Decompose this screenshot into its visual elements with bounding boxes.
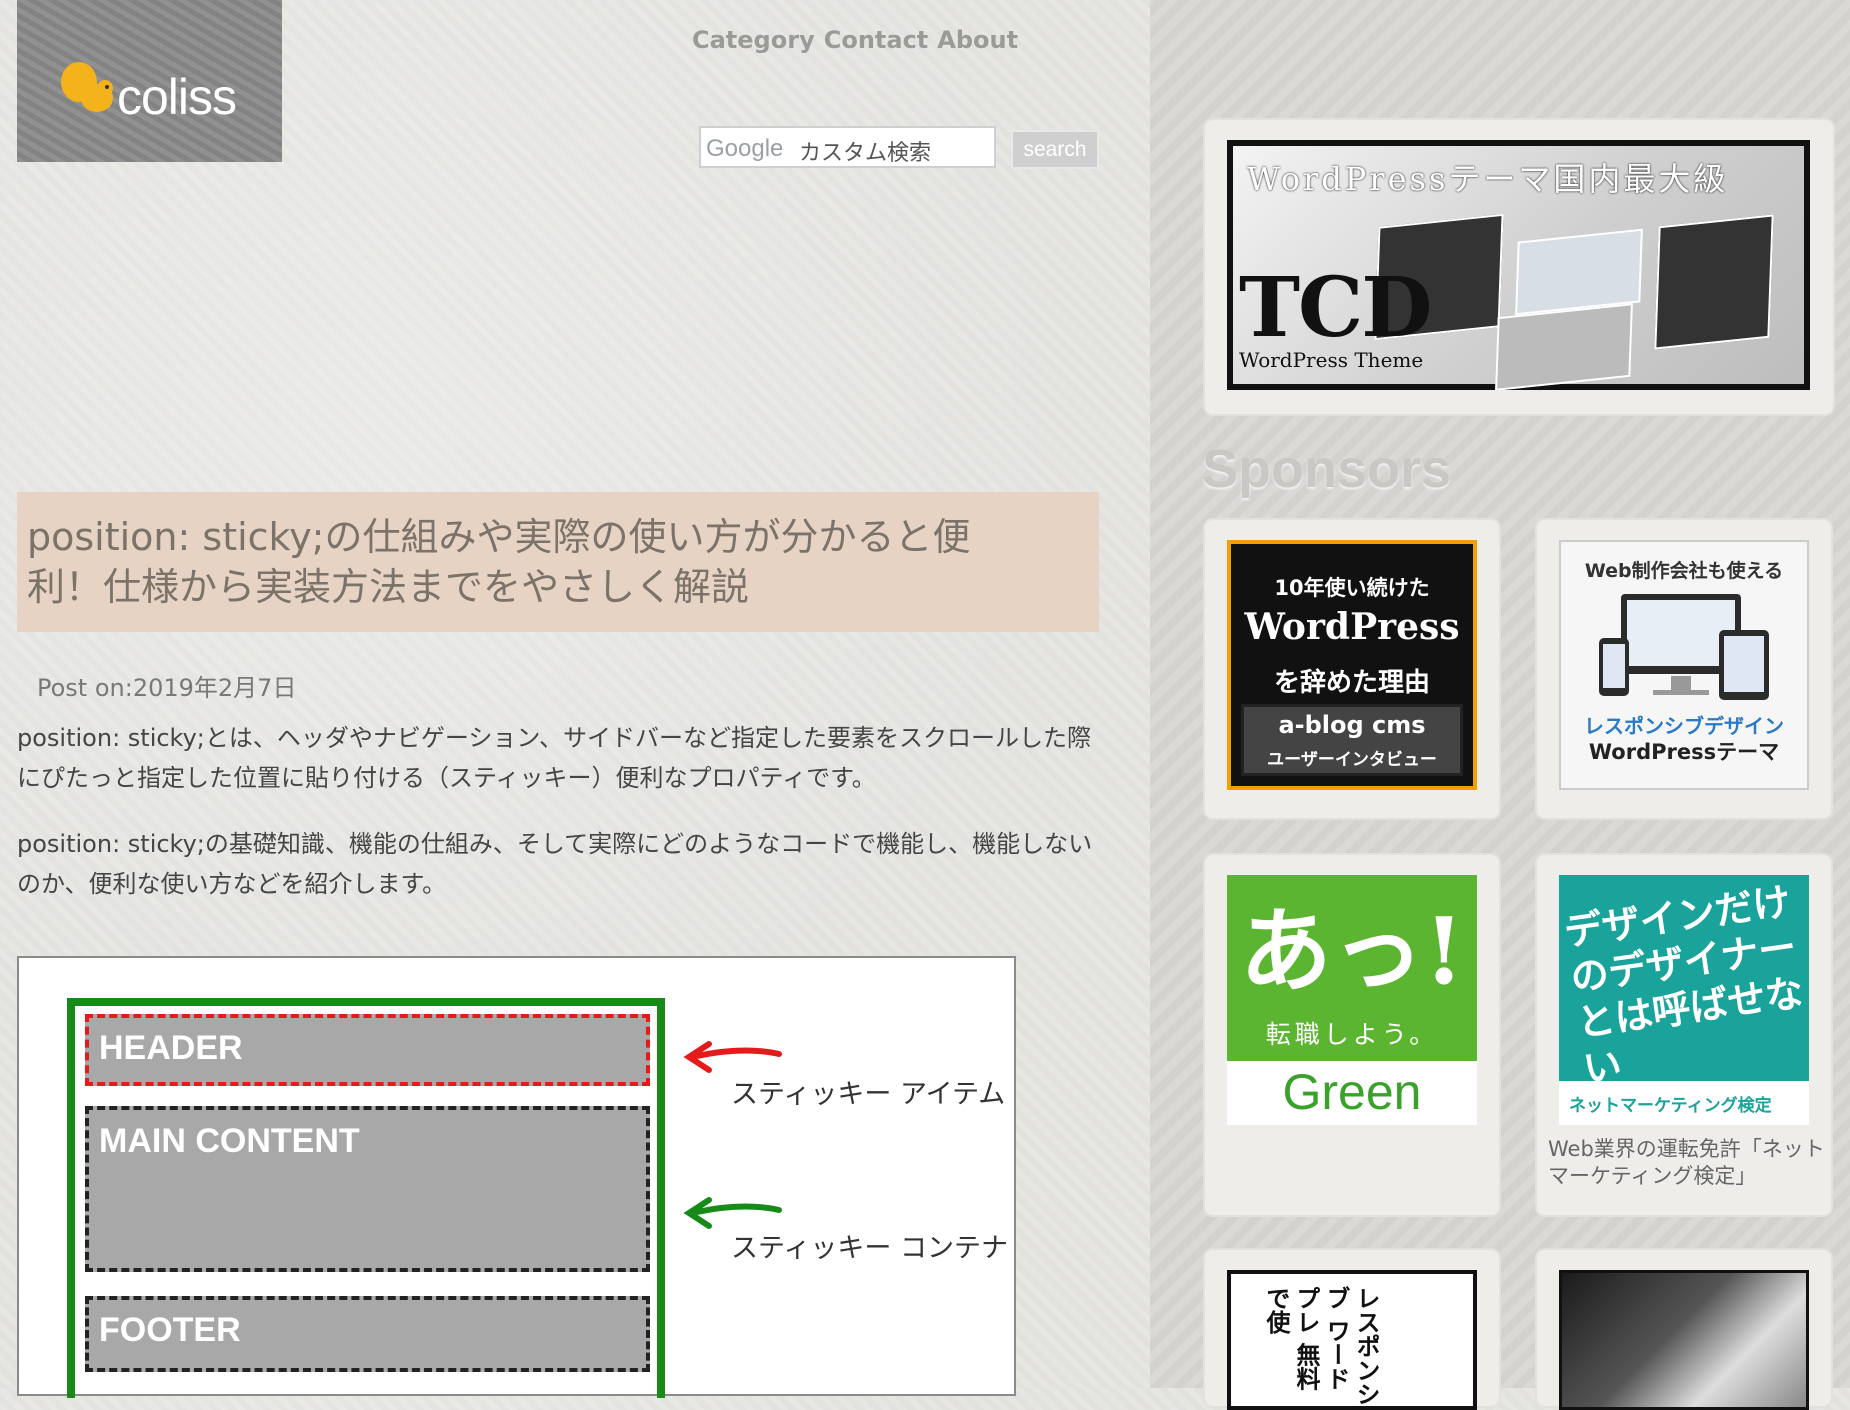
logo-text: coliss [117,69,237,125]
sponsor-card: レスポンシブ ワードプレ 無料で使 [1203,1248,1501,1410]
ad-caption-link[interactable]: Web業界の運転免許「ネットマーケティング検定」 [1548,1136,1833,1190]
ad-brand-bar: a-blog cms ユーザーインタビュー [1241,704,1463,776]
ad-text: 10年使い続けた [1274,576,1430,600]
ad-responsive-theme[interactable]: Web制作会社も使える レスポンシブデザイン WordPressテーマ [1559,540,1809,790]
devices-icon [1599,594,1769,700]
article-paragraph: position: sticky;とは、ヘッダやナビゲーション、サイドバーなど指… [17,724,1091,792]
sponsor-card: あっ! 転職しよう。 Green [1203,853,1501,1217]
ad-manga[interactable]: レスポンシブ ワードプレ 無料で使 [1227,1270,1477,1410]
ad-text: レスポンシブデザイン [1584,714,1784,738]
ad-text: デザインだけのデザイナーとは呼ばせない [1561,879,1807,1092]
theme-screenshot [1654,214,1774,350]
diagram-header: HEADER [85,1014,650,1086]
main-content: coliss Category Contact About Google カスタム検… [0,0,1150,1398]
google-logo: Google [706,135,784,162]
ad-footer: ネットマーケティング検定 [1559,1081,1809,1125]
label-sticky-container: スティッキー コンテナ [731,1233,1008,1264]
article-title[interactable]: position: sticky;の仕組みや実際の使い方が分かると便利！仕様から… [27,512,1037,612]
top-nav: Category Contact About [692,26,1027,54]
sponsor-card: 10年使い続けた WordPress を辞めた理由 a-blog cms ユーザ… [1203,518,1501,820]
ad-text: あっ! [1239,897,1465,1005]
article-title-box: position: sticky;の仕組みや実際の使い方が分かると便利！仕様から… [17,492,1099,632]
tcd-headline: WordPressテーマ国内最大級 [1247,160,1729,198]
ad-ablogcms[interactable]: 10年使い続けた WordPress を辞めた理由 a-blog cms ユーザ… [1227,540,1477,790]
ad-green-jobs[interactable]: あっ! 転職しよう。 Green [1227,875,1477,1125]
ad-text: WordPressテーマ [1588,740,1780,764]
ad-brand: a-blog cms [1278,711,1426,739]
sponsors-heading: Sponsors [1202,439,1452,499]
diagram-footer: FOOTER [85,1296,650,1372]
label-sticky-item: スティッキー アイテム [731,1079,1006,1110]
nav-contact[interactable]: Contact [824,26,929,54]
article-paragraph: position: sticky;の基礎知識、機能の仕組み、そして実際にどのよう… [17,830,1093,898]
site-logo[interactable]: coliss [17,0,282,162]
ad-brand: Green [1282,1064,1422,1120]
ad-text: Web制作会社も使える [1584,560,1784,582]
diagram-main-content: MAIN CONTENT [85,1106,650,1272]
nav-category[interactable]: Category [692,26,815,54]
squirrel-icon [61,62,113,112]
post-date: Post on:2019年2月7日 [37,674,297,702]
search-button[interactable]: search [1011,130,1099,169]
theme-screenshot [1495,303,1633,390]
search-input[interactable]: Google カスタム検索 [699,126,996,168]
ad-text: レスポンシブ ワードプレ 無料で使 [1262,1286,1380,1406]
theme-screenshot [1515,228,1643,316]
sponsor-card [1535,1248,1833,1410]
sponsor-card: Web制作会社も使える レスポンシブデザイン WordPressテーマ [1535,518,1833,820]
ad-text: ユーザーインタビュー [1267,750,1437,770]
ad-brand: ネットマーケティング検定 [1569,1096,1772,1116]
sticky-container-box: HEADER MAIN CONTENT FOOTER [67,998,665,1398]
tcd-logo-text: TCD [1239,260,1432,356]
tcd-ad-card: WordPressテーマ国内最大級 TCD WordPress Theme [1203,118,1835,416]
ad-text: WordPress [1244,606,1460,648]
tcd-banner[interactable]: WordPressテーマ国内最大級 TCD WordPress Theme [1227,140,1810,390]
ad-photo[interactable] [1559,1270,1809,1410]
nav-about[interactable]: About [937,26,1018,54]
ad-text: を辞めた理由 [1273,668,1430,698]
sticky-diagram: HEADER MAIN CONTENT FOOTER スティッキー アイテム ス… [17,956,1016,1398]
ad-text: 転職しよう。 [1265,1020,1439,1049]
tcd-subtitle: WordPress Theme [1239,348,1424,372]
ad-net-marketing[interactable]: デザインだけのデザイナーとは呼ばせない ネットマーケティング検定 [1559,875,1809,1125]
search-placeholder: カスタム検索 [799,141,932,166]
